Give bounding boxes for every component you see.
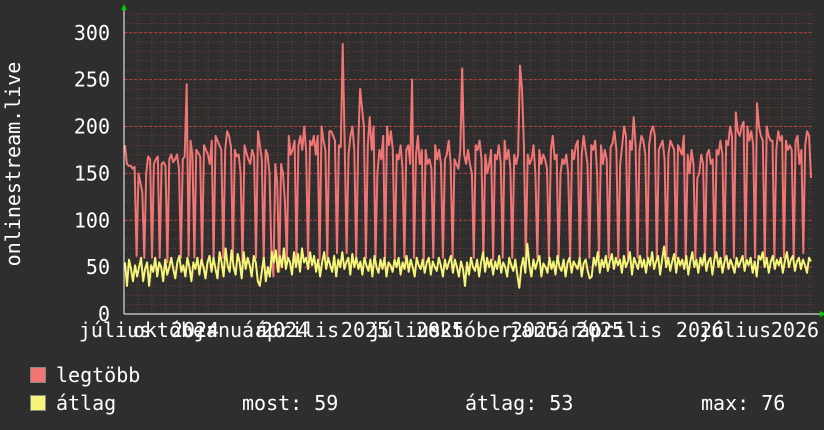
x-tick-label: április	[255, 318, 339, 342]
x-tick-label: október	[428, 318, 512, 342]
y-tick-label: 200	[74, 115, 110, 139]
chart-panel: 0 50 100 150 200 250 300 onlinestream.live júliu…	[0, 0, 824, 430]
x-tick-label: január	[509, 318, 581, 342]
x-axis-arrow	[820, 311, 824, 317]
x-tick-label: július	[699, 318, 771, 342]
y-axis-arrow	[121, 4, 127, 10]
y-tick-label: 300	[74, 21, 110, 45]
y-tick-label: 100	[74, 208, 110, 232]
y-axis-title: onlinestream.live	[1, 62, 25, 267]
chart-svg: 050100150200250300onlinestream.livejúliu…	[1, 4, 824, 342]
x-tick-label: 2026	[771, 318, 819, 342]
y-tick-label: 250	[74, 68, 110, 92]
y-tick-label: 50	[86, 255, 110, 279]
x-tick-label: április	[578, 318, 662, 342]
y-tick-label: 150	[74, 161, 110, 185]
